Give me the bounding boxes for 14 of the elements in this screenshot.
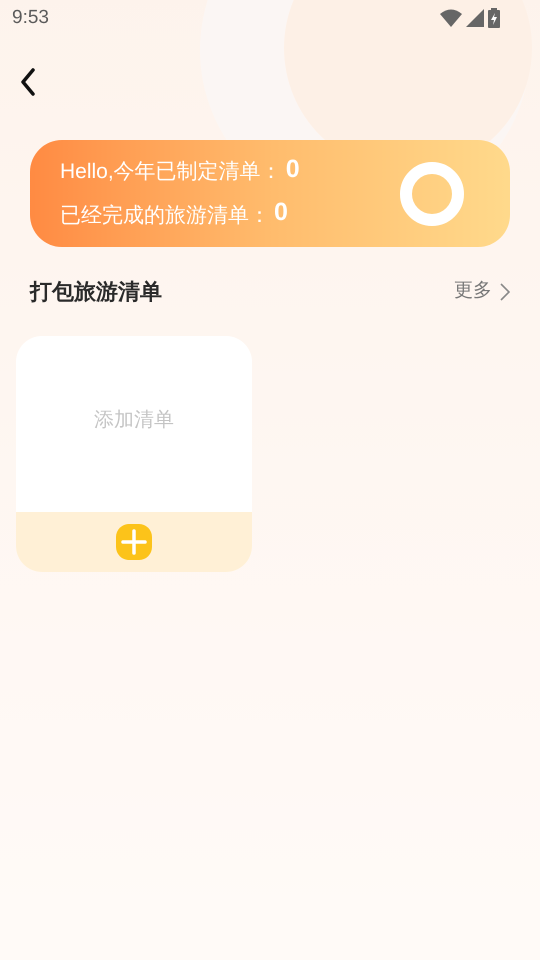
wifi-icon — [440, 9, 462, 27]
stat-value: 0 — [274, 200, 288, 225]
battery-icon — [488, 8, 500, 28]
stat-label: 已经完成的旅游清单： — [60, 202, 270, 228]
status-time: 9:53 — [12, 6, 49, 30]
more-link[interactable]: 更多 — [454, 277, 510, 306]
add-list-label: 添加清单 — [94, 408, 174, 433]
chevron-right-icon — [500, 282, 510, 300]
section-title: 打包旅游清单 — [30, 278, 162, 306]
stat-label: Hello,今年已制定清单： — [60, 159, 282, 185]
stat-value: 0 — [286, 156, 300, 182]
ring-icon — [400, 162, 464, 226]
signal-icon — [466, 9, 484, 27]
back-icon[interactable] — [20, 68, 36, 96]
